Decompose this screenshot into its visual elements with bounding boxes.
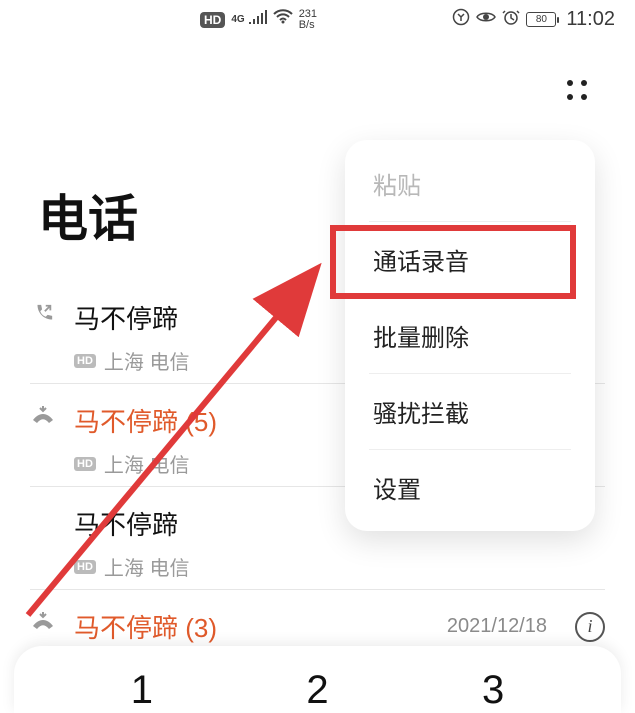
hd-badge: HD [200,12,225,28]
context-menu: 粘贴通话录音批量删除骚扰拦截设置 [345,140,595,531]
call-date: 2021/12/18 [447,615,547,638]
net-speed: 231B/s [299,9,317,31]
call-type-icon [30,402,56,424]
call-item[interactable]: 马不停蹄 (3) 2021/12/18 i [30,590,605,654]
alarm-icon [502,8,520,31]
call-name: 马不停蹄 (3) [74,608,429,645]
call-sub: HD上海 电信 [74,552,605,581]
status-bar: HD 4G 231B/s 80 11:02 [0,0,635,39]
call-type-icon [30,608,56,630]
dial-key-1[interactable]: 1 [97,668,187,713]
wifi-icon [273,9,293,30]
menu-item: 粘贴 [345,146,595,221]
info-button[interactable]: i [575,612,605,642]
menu-item[interactable]: 设置 [345,450,595,525]
dial-key-2[interactable]: 2 [272,668,362,713]
sync-icon [452,8,470,31]
eye-icon [476,10,496,29]
menu-item[interactable]: 通话录音 [345,222,595,297]
signal-icon [249,10,267,29]
call-type-icon [30,299,56,325]
menu-item[interactable]: 批量删除 [345,298,595,373]
network-4g-icon: 4G [231,14,244,25]
dial-key-3[interactable]: 3 [448,668,538,713]
menu-item[interactable]: 骚扰拦截 [345,374,595,449]
call-type-icon [30,505,56,509]
battery-icon: 80 [526,12,556,27]
clock-time: 11:02 [566,8,615,31]
dialpad: 1 2 3 [14,646,621,713]
more-menu-button[interactable] [567,80,587,100]
